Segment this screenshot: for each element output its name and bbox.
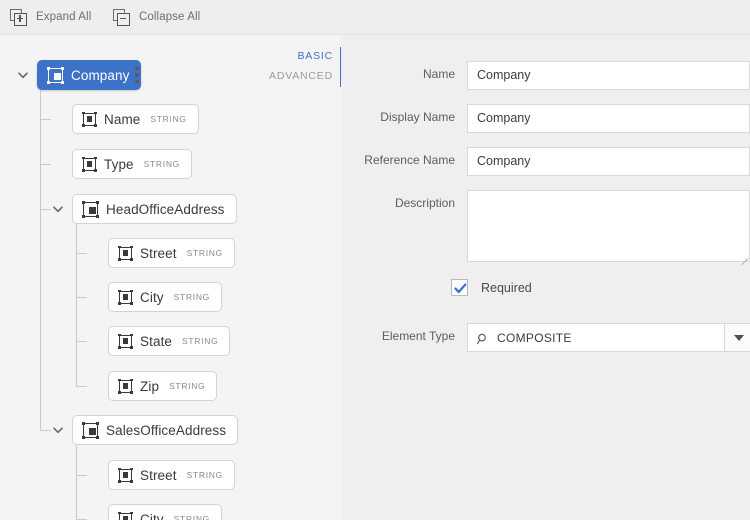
required-label: Required [481, 281, 532, 295]
tree-node-type[interactable]: Type STRING [72, 149, 192, 179]
field-element-icon [82, 112, 97, 127]
field-row-name: Name [357, 61, 750, 90]
tab-basic[interactable]: BASIC [255, 46, 341, 66]
schema-tree: Company Name STRING Type STRING HeadOfficeAdd… [0, 35, 341, 520]
tree-connector-line [40, 430, 51, 431]
field-element-icon [118, 290, 133, 305]
detail-tabs: BASIC ADVANCED [255, 46, 341, 86]
node-label: HeadOfficeAddress [106, 202, 225, 217]
tree-connector-line [76, 443, 77, 519]
node-label: Type [104, 157, 134, 172]
tree-connector-line [76, 297, 87, 298]
toolbar: Expand All Collapse All [0, 0, 750, 35]
node-label: Street [140, 468, 177, 483]
field-row-display-name: Display Name [357, 104, 750, 133]
tree-node-street[interactable]: Street STRING [108, 460, 235, 490]
field-row-description: Description [357, 190, 750, 262]
node-label: City [140, 512, 164, 520]
tree-node-street[interactable]: Street STRING [108, 238, 235, 268]
composite-element-icon [82, 422, 99, 439]
tree-connector-line [40, 164, 51, 165]
composite-element-icon [47, 67, 64, 84]
element-schema-editor: Expand All Collapse All Company Name STRIN… [0, 0, 750, 520]
node-type-label: STRING [144, 159, 180, 169]
tree-node-city[interactable]: City STRING [108, 504, 222, 520]
chevron-down-icon [734, 335, 744, 341]
expander-chevron-icon[interactable] [51, 423, 65, 437]
node-label: Zip [140, 379, 159, 394]
composite-element-icon [82, 201, 99, 218]
tree-node-state[interactable]: State STRING [108, 326, 230, 356]
expand-all-icon [10, 9, 27, 26]
node-type-label: STRING [174, 292, 210, 302]
field-element-icon [118, 379, 133, 394]
description-wrap [467, 190, 750, 262]
expand-all-button[interactable]: Expand All [4, 0, 97, 34]
required-checkbox[interactable] [451, 279, 468, 296]
node-type-label: STRING [187, 248, 223, 258]
node-label: City [140, 290, 164, 305]
tree-node-headofficeaddress[interactable]: HeadOfficeAddress [72, 194, 237, 224]
expand-all-label: Expand All [36, 11, 91, 23]
tree-node-zip[interactable]: Zip STRING [108, 371, 217, 401]
tree-node-company[interactable]: Company [37, 60, 141, 90]
collapse-all-button[interactable]: Collapse All [107, 0, 206, 34]
element-properties-form: Name Display Name Reference Name Descrip… [341, 35, 750, 520]
description-label: Description [357, 190, 455, 210]
element-type-dropdown-button[interactable] [725, 323, 750, 352]
display-name-label: Display Name [357, 104, 455, 124]
tree-node-salesofficeaddress[interactable]: SalesOfficeAddress [72, 415, 238, 445]
node-label: State [140, 334, 172, 349]
node-label: SalesOfficeAddress [106, 423, 226, 438]
tree-connector-line [76, 475, 87, 476]
node-label: Street [140, 246, 177, 261]
field-row-element-type: Element Type COMPOSITE [357, 323, 750, 352]
expander-chevron-icon[interactable] [51, 202, 65, 216]
node-type-label: STRING [169, 381, 205, 391]
tree-connector-line [76, 341, 87, 342]
field-element-icon [118, 246, 133, 261]
collapse-all-icon [113, 9, 130, 26]
required-row: Required [451, 279, 532, 296]
field-element-icon [118, 468, 133, 483]
reference-name-input[interactable] [467, 147, 750, 176]
field-element-icon [118, 334, 133, 349]
element-type-field[interactable]: COMPOSITE [467, 323, 725, 352]
field-row-reference-name: Reference Name [357, 147, 750, 176]
tree-node-city[interactable]: City STRING [108, 282, 222, 312]
tree-connector-line [40, 209, 51, 210]
element-type-value: COMPOSITE [497, 331, 572, 345]
search-icon [477, 332, 489, 344]
name-input[interactable] [467, 61, 750, 90]
reference-name-label: Reference Name [357, 147, 455, 167]
node-type-label: STRING [182, 336, 218, 346]
detail-panel: Name Display Name Reference Name Descrip… [341, 35, 750, 520]
node-type-label: STRING [174, 514, 210, 520]
tree-node-name[interactable]: Name STRING [72, 104, 199, 134]
element-type-label: Element Type [357, 323, 455, 343]
tree-connector-line [40, 88, 41, 430]
tree-connector-line [76, 386, 87, 387]
node-label: Name [104, 112, 140, 127]
node-context-menu-button[interactable] [129, 62, 145, 88]
tree-connector-line [76, 222, 77, 386]
node-label: Company [71, 68, 129, 83]
field-element-icon [118, 512, 133, 520]
tree-connector-line [76, 253, 87, 254]
tree-connector-line [40, 119, 51, 120]
display-name-input[interactable] [467, 104, 750, 133]
tab-advanced[interactable]: ADVANCED [255, 66, 341, 86]
description-textarea[interactable] [467, 190, 750, 262]
node-type-label: STRING [187, 470, 223, 480]
name-label: Name [357, 61, 455, 81]
collapse-all-label: Collapse All [139, 11, 200, 23]
node-type-label: STRING [150, 114, 186, 124]
field-element-icon [82, 157, 97, 172]
expander-chevron-icon[interactable] [16, 68, 30, 82]
element-type-combobox[interactable]: COMPOSITE [467, 323, 750, 352]
